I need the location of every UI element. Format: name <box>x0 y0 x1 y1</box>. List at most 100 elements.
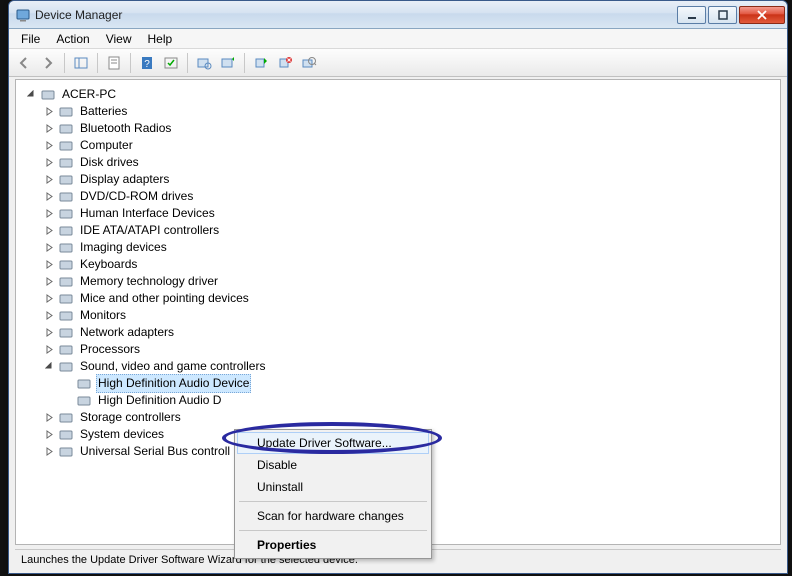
tree-category[interactable]: Monitors <box>26 307 780 324</box>
expand-icon[interactable] <box>44 174 55 185</box>
minimize-button[interactable] <box>677 6 706 24</box>
tree-category[interactable]: DVD/CD-ROM drives <box>26 188 780 205</box>
expand-icon[interactable] <box>44 429 55 440</box>
tree-item-label: Mice and other pointing devices <box>78 290 251 307</box>
update-button[interactable] <box>217 52 239 74</box>
expand-icon[interactable] <box>44 106 55 117</box>
tree-category[interactable]: Network adapters <box>26 324 780 341</box>
menu-action[interactable]: Action <box>48 30 97 48</box>
titlebar[interactable]: Device Manager <box>9 1 787 29</box>
tree-category[interactable]: Memory technology driver <box>26 273 780 290</box>
menubar: File Action View Help <box>9 29 787 49</box>
collapse-icon[interactable] <box>44 361 55 372</box>
device-icon <box>58 342 74 358</box>
window-title-text: Device Manager <box>35 8 122 22</box>
device-icon <box>58 444 74 460</box>
properties-button[interactable] <box>103 52 125 74</box>
audio-device-icon <box>76 393 92 409</box>
tree-item-label: Display adapters <box>78 171 171 188</box>
context-menu: Update Driver Software...DisableUninstal… <box>234 429 432 559</box>
maximize-button[interactable] <box>708 6 737 24</box>
help-button[interactable]: ? <box>136 52 158 74</box>
expand-icon[interactable] <box>44 276 55 287</box>
menu-item-scan-for-hardware-changes[interactable]: Scan for hardware changes <box>237 505 429 527</box>
close-button[interactable] <box>739 6 785 24</box>
menu-view[interactable]: View <box>98 30 140 48</box>
separator <box>130 53 131 73</box>
menu-item-update-driver-software[interactable]: Update Driver Software... <box>237 432 429 454</box>
menu-item-uninstall[interactable]: Uninstall <box>237 476 429 498</box>
tree-item-label: Disk drives <box>78 154 141 171</box>
expand-icon[interactable] <box>44 140 55 151</box>
separator <box>64 53 65 73</box>
tree-root-node[interactable]: ACER-PC <box>26 86 780 103</box>
toolbar: ? <box>9 49 787 77</box>
tree-item-label: Monitors <box>78 307 128 324</box>
scan-button[interactable] <box>193 52 215 74</box>
device-icon <box>58 410 74 426</box>
tree-item-label: Bluetooth Radios <box>78 120 173 137</box>
expand-icon[interactable] <box>44 157 55 168</box>
tree-category[interactable]: Human Interface Devices <box>26 205 780 222</box>
device-icon <box>58 427 74 443</box>
action-button[interactable] <box>160 52 182 74</box>
tree-item-label: DVD/CD-ROM drives <box>78 188 195 205</box>
menu-item-disable[interactable]: Disable <box>237 454 429 476</box>
window-title: Device Manager <box>15 7 675 23</box>
back-button[interactable] <box>13 52 35 74</box>
menu-help[interactable]: Help <box>140 30 181 48</box>
menu-file[interactable]: File <box>13 30 48 48</box>
tree-category[interactable]: Disk drives <box>26 154 780 171</box>
app-icon <box>15 7 31 23</box>
tree-item-label: High Definition Audio D <box>96 392 223 409</box>
collapse-icon[interactable] <box>26 89 37 100</box>
tree-category[interactable]: Display adapters <box>26 171 780 188</box>
tree-item-label: Processors <box>78 341 142 358</box>
expand-icon[interactable] <box>44 123 55 134</box>
computer-icon <box>40 87 56 103</box>
menu-separator <box>239 501 427 502</box>
enable-button[interactable] <box>250 52 272 74</box>
tree-item-label: Human Interface Devices <box>78 205 217 222</box>
tree-item-label: IDE ATA/ATAPI controllers <box>78 222 221 239</box>
device-icon <box>58 189 74 205</box>
expand-icon[interactable] <box>44 446 55 457</box>
tree-item-label: Universal Serial Bus controll <box>78 443 232 460</box>
tree-category[interactable]: Imaging devices <box>26 239 780 256</box>
expand-icon[interactable] <box>44 191 55 202</box>
forward-button[interactable] <box>37 52 59 74</box>
tree-category[interactable]: IDE ATA/ATAPI controllers <box>26 222 780 239</box>
expand-icon[interactable] <box>44 412 55 423</box>
scan-hardware-button[interactable] <box>298 52 320 74</box>
show-hide-tree-button[interactable] <box>70 52 92 74</box>
expand-icon[interactable] <box>44 293 55 304</box>
tree-category[interactable]: Keyboards <box>26 256 780 273</box>
uninstall-button[interactable] <box>274 52 296 74</box>
tree-device-selected[interactable]: High Definition Audio Device <box>26 375 780 392</box>
expand-icon[interactable] <box>44 327 55 338</box>
tree-device[interactable]: High Definition Audio D <box>26 392 780 409</box>
tree-item-label: ACER-PC <box>60 86 118 103</box>
tree-category[interactable]: Mice and other pointing devices <box>26 290 780 307</box>
device-icon <box>58 308 74 324</box>
expand-icon[interactable] <box>44 208 55 219</box>
tree-category[interactable]: Computer <box>26 137 780 154</box>
expand-icon[interactable] <box>44 310 55 321</box>
expand-icon[interactable] <box>44 225 55 236</box>
tree-category-expanded[interactable]: Sound, video and game controllers <box>26 358 780 375</box>
sound-icon <box>58 359 74 375</box>
device-icon <box>58 155 74 171</box>
device-icon <box>58 223 74 239</box>
audio-device-icon <box>76 376 92 392</box>
tree-category[interactable]: Bluetooth Radios <box>26 120 780 137</box>
tree-category[interactable]: Processors <box>26 341 780 358</box>
expand-icon[interactable] <box>44 344 55 355</box>
tree-category[interactable]: Batteries <box>26 103 780 120</box>
device-icon <box>58 138 74 154</box>
tree-item-label: Imaging devices <box>78 239 169 256</box>
menu-item-properties[interactable]: Properties <box>237 534 429 556</box>
expand-icon[interactable] <box>44 259 55 270</box>
expand-icon[interactable] <box>44 242 55 253</box>
tree-item-label: Storage controllers <box>78 409 183 426</box>
tree-category[interactable]: Storage controllers <box>26 409 780 426</box>
